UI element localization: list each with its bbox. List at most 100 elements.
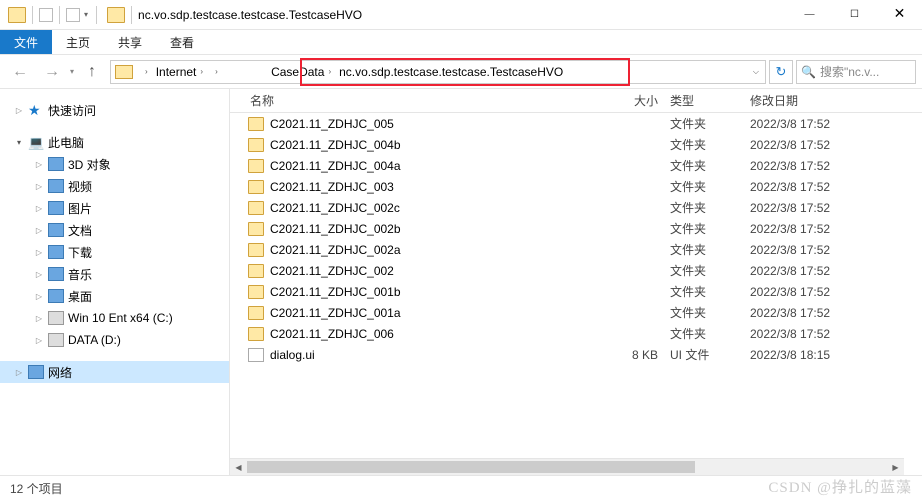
- sidebar-item[interactable]: ▷ 图片: [0, 197, 229, 219]
- crumb-testcase[interactable]: nc.vo.sdp.testcase.testcase.TestcaseHVO: [335, 61, 567, 83]
- folder-icon: [248, 306, 264, 320]
- qat-slot[interactable]: [39, 8, 53, 22]
- list-item[interactable]: C2021.11_ZDHJC_002c文件夹2022/3/8 17:52: [230, 197, 922, 218]
- list-item[interactable]: C2021.11_ZDHJC_004a文件夹2022/3/8 17:52: [230, 155, 922, 176]
- refresh-button[interactable]: ↻: [769, 60, 793, 84]
- expand-arrow-icon[interactable]: ▷: [34, 204, 44, 213]
- header-date[interactable]: 修改日期: [750, 92, 880, 109]
- expand-arrow-icon[interactable]: ▷: [14, 106, 24, 115]
- list-item[interactable]: C2021.11_ZDHJC_003文件夹2022/3/8 17:52: [230, 176, 922, 197]
- expand-arrow-icon[interactable]: ▷: [34, 292, 44, 301]
- address-bar[interactable]: › Internet› › CaseData› nc.vo.sdp.testca…: [110, 60, 766, 84]
- list-item[interactable]: C2021.11_ZDHJC_001a文件夹2022/3/8 17:52: [230, 302, 922, 323]
- ribbon-tabs: 文件 主页 共享 查看: [0, 30, 922, 55]
- qat-slot[interactable]: [66, 8, 80, 22]
- expand-arrow-icon[interactable]: ▷: [34, 314, 44, 323]
- expand-arrow-icon[interactable]: ▷: [34, 336, 44, 345]
- file-name: C2021.11_ZDHJC_006: [270, 327, 590, 341]
- sidebar-item[interactable]: ▷视频: [0, 175, 229, 197]
- list-item[interactable]: C2021.11_ZDHJC_002文件夹2022/3/8 17:52: [230, 260, 922, 281]
- sidebar-network[interactable]: ▷ 网络: [0, 361, 229, 383]
- sidebar-tree[interactable]: ▷★快速访问 ▾💻此电脑 ▷3D 对象▷视频▷图片▷文档▷下载▷音乐▷桌面▷Wi…: [0, 89, 230, 475]
- file-date: 2022/3/8 17:52: [750, 201, 880, 215]
- address-dropdown[interactable]: ⌵: [747, 67, 765, 77]
- horizontal-scrollbar[interactable]: ◀ ▶: [230, 458, 904, 475]
- item-icon: [48, 245, 64, 259]
- sidebar-item[interactable]: ▷音乐: [0, 263, 229, 285]
- item-icon: [48, 333, 64, 347]
- forward-button[interactable]: →: [38, 60, 66, 84]
- scroll-track[interactable]: [247, 459, 887, 475]
- up-button[interactable]: ↑: [78, 60, 106, 84]
- scroll-thumb[interactable]: [247, 461, 695, 473]
- expand-arrow-icon[interactable]: ▷: [34, 248, 44, 257]
- file-type: 文件夹: [670, 199, 750, 216]
- separator: [96, 6, 97, 24]
- list-item[interactable]: dialog.ui8 KBUI 文件2022/3/8 18:15: [230, 344, 922, 365]
- tree-label: 网络: [48, 364, 72, 381]
- recent-dropdown[interactable]: ▾: [70, 67, 74, 76]
- file-date: 2022/3/8 18:15: [750, 348, 880, 362]
- expand-arrow-icon[interactable]: ▷: [14, 368, 24, 377]
- file-list[interactable]: C2021.11_ZDHJC_005文件夹2022/3/8 17:52C2021…: [230, 113, 922, 365]
- crumb-casedata[interactable]: CaseData›: [267, 61, 335, 83]
- item-icon: [48, 223, 64, 237]
- window-folder-icon: [107, 7, 125, 23]
- expand-arrow-icon[interactable]: ▷: [34, 182, 44, 191]
- chevron-down-icon[interactable]: ▾: [82, 10, 90, 19]
- list-item[interactable]: C2021.11_ZDHJC_002b文件夹2022/3/8 17:52: [230, 218, 922, 239]
- maximize-button[interactable]: ☐: [832, 0, 877, 29]
- file-date: 2022/3/8 17:52: [750, 222, 880, 236]
- header-type[interactable]: 类型: [670, 92, 750, 109]
- scroll-left-icon[interactable]: ◀: [230, 459, 247, 476]
- list-item[interactable]: C2021.11_ZDHJC_005文件夹2022/3/8 17:52: [230, 113, 922, 134]
- file-type: 文件夹: [670, 283, 750, 300]
- crumb-root[interactable]: ›: [137, 61, 152, 83]
- search-icon: 🔍: [801, 65, 816, 79]
- close-button[interactable]: ✕: [877, 0, 922, 29]
- collapse-arrow-icon[interactable]: ▾: [14, 138, 24, 147]
- tab-home[interactable]: 主页: [52, 30, 104, 54]
- header-size[interactable]: 大小: [590, 92, 670, 109]
- search-input[interactable]: 🔍 搜索"nc.v...: [796, 60, 916, 84]
- tree-label: 图片: [68, 200, 92, 217]
- sidebar-item[interactable]: ▷Win 10 Ent x64 (C:): [0, 307, 229, 329]
- sidebar-item[interactable]: ▷文档: [0, 219, 229, 241]
- crumb-label: CaseData: [271, 65, 324, 79]
- sidebar-item[interactable]: ▷下载: [0, 241, 229, 263]
- file-icon: [248, 348, 264, 362]
- list-item[interactable]: C2021.11_ZDHJC_006文件夹2022/3/8 17:52: [230, 323, 922, 344]
- list-item[interactable]: C2021.11_ZDHJC_004b文件夹2022/3/8 17:52: [230, 134, 922, 155]
- chevron-right-icon: ›: [215, 67, 218, 76]
- file-type: 文件夹: [670, 241, 750, 258]
- content-pane: 名称 大小 类型 修改日期 C2021.11_ZDHJC_005文件夹2022/…: [230, 89, 922, 475]
- sidebar-item[interactable]: ▷ 桌面: [0, 285, 229, 307]
- file-type: 文件夹: [670, 136, 750, 153]
- file-date: 2022/3/8 17:52: [750, 243, 880, 257]
- expand-arrow-icon[interactable]: ▷: [34, 270, 44, 279]
- minimize-button[interactable]: —: [787, 0, 832, 29]
- crumb-internet[interactable]: Internet›: [152, 61, 207, 83]
- tab-file[interactable]: 文件: [0, 30, 52, 54]
- watermark: CSDN @挣扎的蓝藻: [768, 476, 912, 497]
- crumb-hidden[interactable]: ›: [207, 61, 267, 83]
- star-icon: ★: [28, 103, 44, 117]
- file-name: dialog.ui: [270, 348, 590, 362]
- folder-icon: [248, 222, 264, 236]
- sidebar-this-pc[interactable]: ▾💻此电脑: [0, 131, 229, 153]
- scroll-right-icon[interactable]: ▶: [887, 459, 904, 476]
- tab-view[interactable]: 查看: [156, 30, 208, 54]
- sidebar-quick-access[interactable]: ▷★快速访问: [0, 99, 229, 121]
- expand-arrow-icon[interactable]: ▷: [34, 226, 44, 235]
- tree-label: 桌面: [68, 288, 92, 305]
- sidebar-item[interactable]: ▷3D 对象: [0, 153, 229, 175]
- list-item[interactable]: C2021.11_ZDHJC_001b文件夹2022/3/8 17:52: [230, 281, 922, 302]
- tab-share[interactable]: 共享: [104, 30, 156, 54]
- header-name[interactable]: 名称: [230, 92, 590, 109]
- file-name: C2021.11_ZDHJC_002: [270, 264, 590, 278]
- list-item[interactable]: C2021.11_ZDHJC_002a文件夹2022/3/8 17:52: [230, 239, 922, 260]
- app-folder-icon[interactable]: [8, 7, 26, 23]
- back-button[interactable]: ←: [6, 60, 34, 84]
- sidebar-item[interactable]: ▷DATA (D:): [0, 329, 229, 351]
- expand-arrow-icon[interactable]: ▷: [34, 160, 44, 169]
